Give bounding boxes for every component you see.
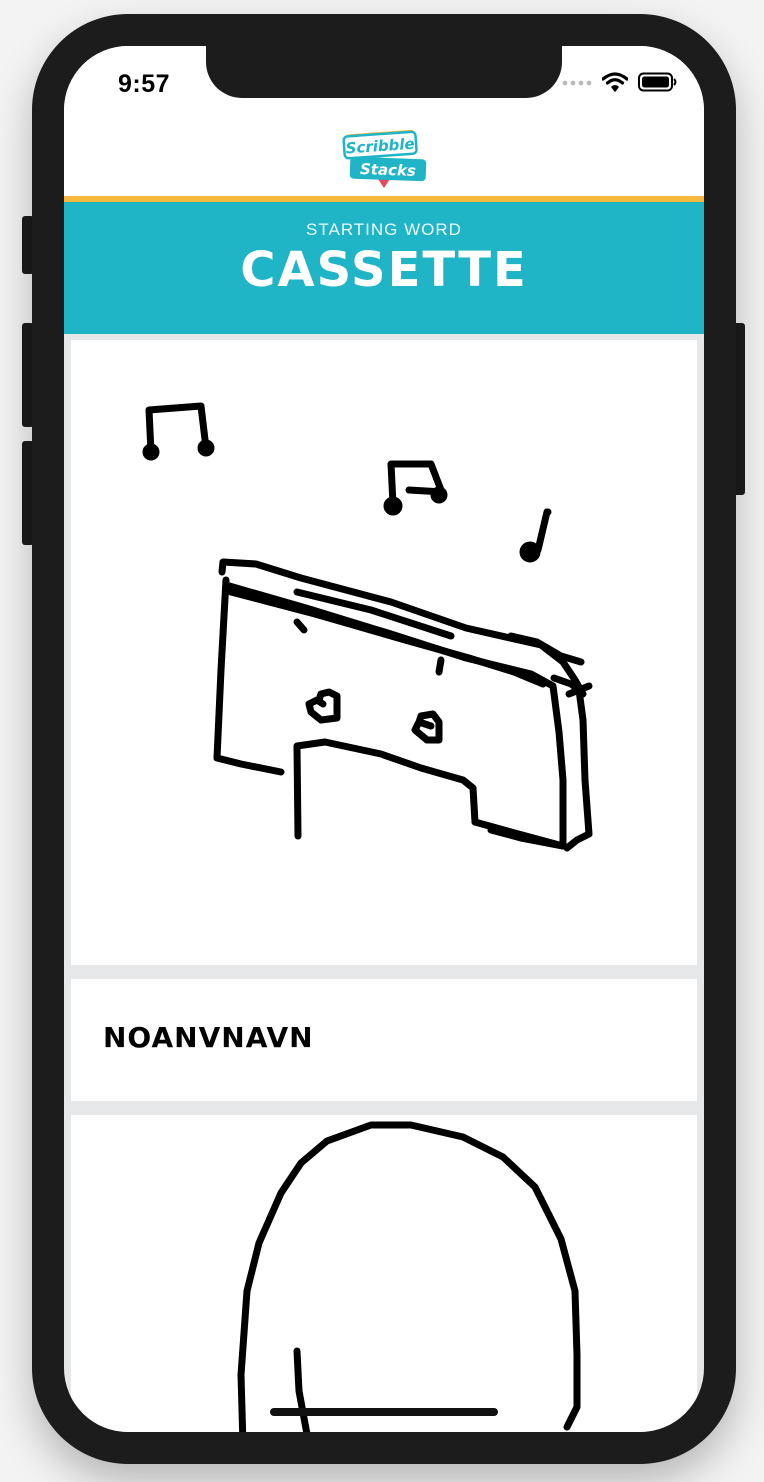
status-icons: [562, 72, 678, 92]
wifi-icon: [602, 72, 628, 92]
oval-head-drawing: [237, 1121, 581, 1432]
drawing-card: [71, 1115, 697, 1432]
logo-text-stacks: Stacks: [360, 160, 417, 180]
starting-word-label: STARTING WORD: [306, 220, 462, 239]
guess-card: NOANVNAVN: [71, 979, 697, 1101]
signal-dots-icon: [562, 80, 592, 86]
screen: 9:57 Scribble Stacks STARTING WORD CASSE…: [64, 46, 704, 1432]
notch: [206, 46, 562, 98]
scribble-stacks-logo[interactable]: Scribble Stacks: [336, 128, 432, 194]
guess-text: NOANVNAVN: [103, 1021, 314, 1054]
home-indicator[interactable]: [270, 1408, 498, 1416]
device-frame: 9:57 Scribble Stacks STARTING WORD CASSE…: [0, 0, 764, 1482]
app-header: Scribble Stacks: [64, 126, 704, 196]
drawing-card: [71, 340, 697, 965]
cassette-drawing: [142, 402, 593, 852]
battery-icon: [638, 72, 677, 92]
starting-word: CASSETTE: [240, 242, 528, 298]
status-time: 9:57: [118, 70, 171, 98]
starting-word-banner: STARTING WORD CASSETTE: [64, 202, 704, 334]
